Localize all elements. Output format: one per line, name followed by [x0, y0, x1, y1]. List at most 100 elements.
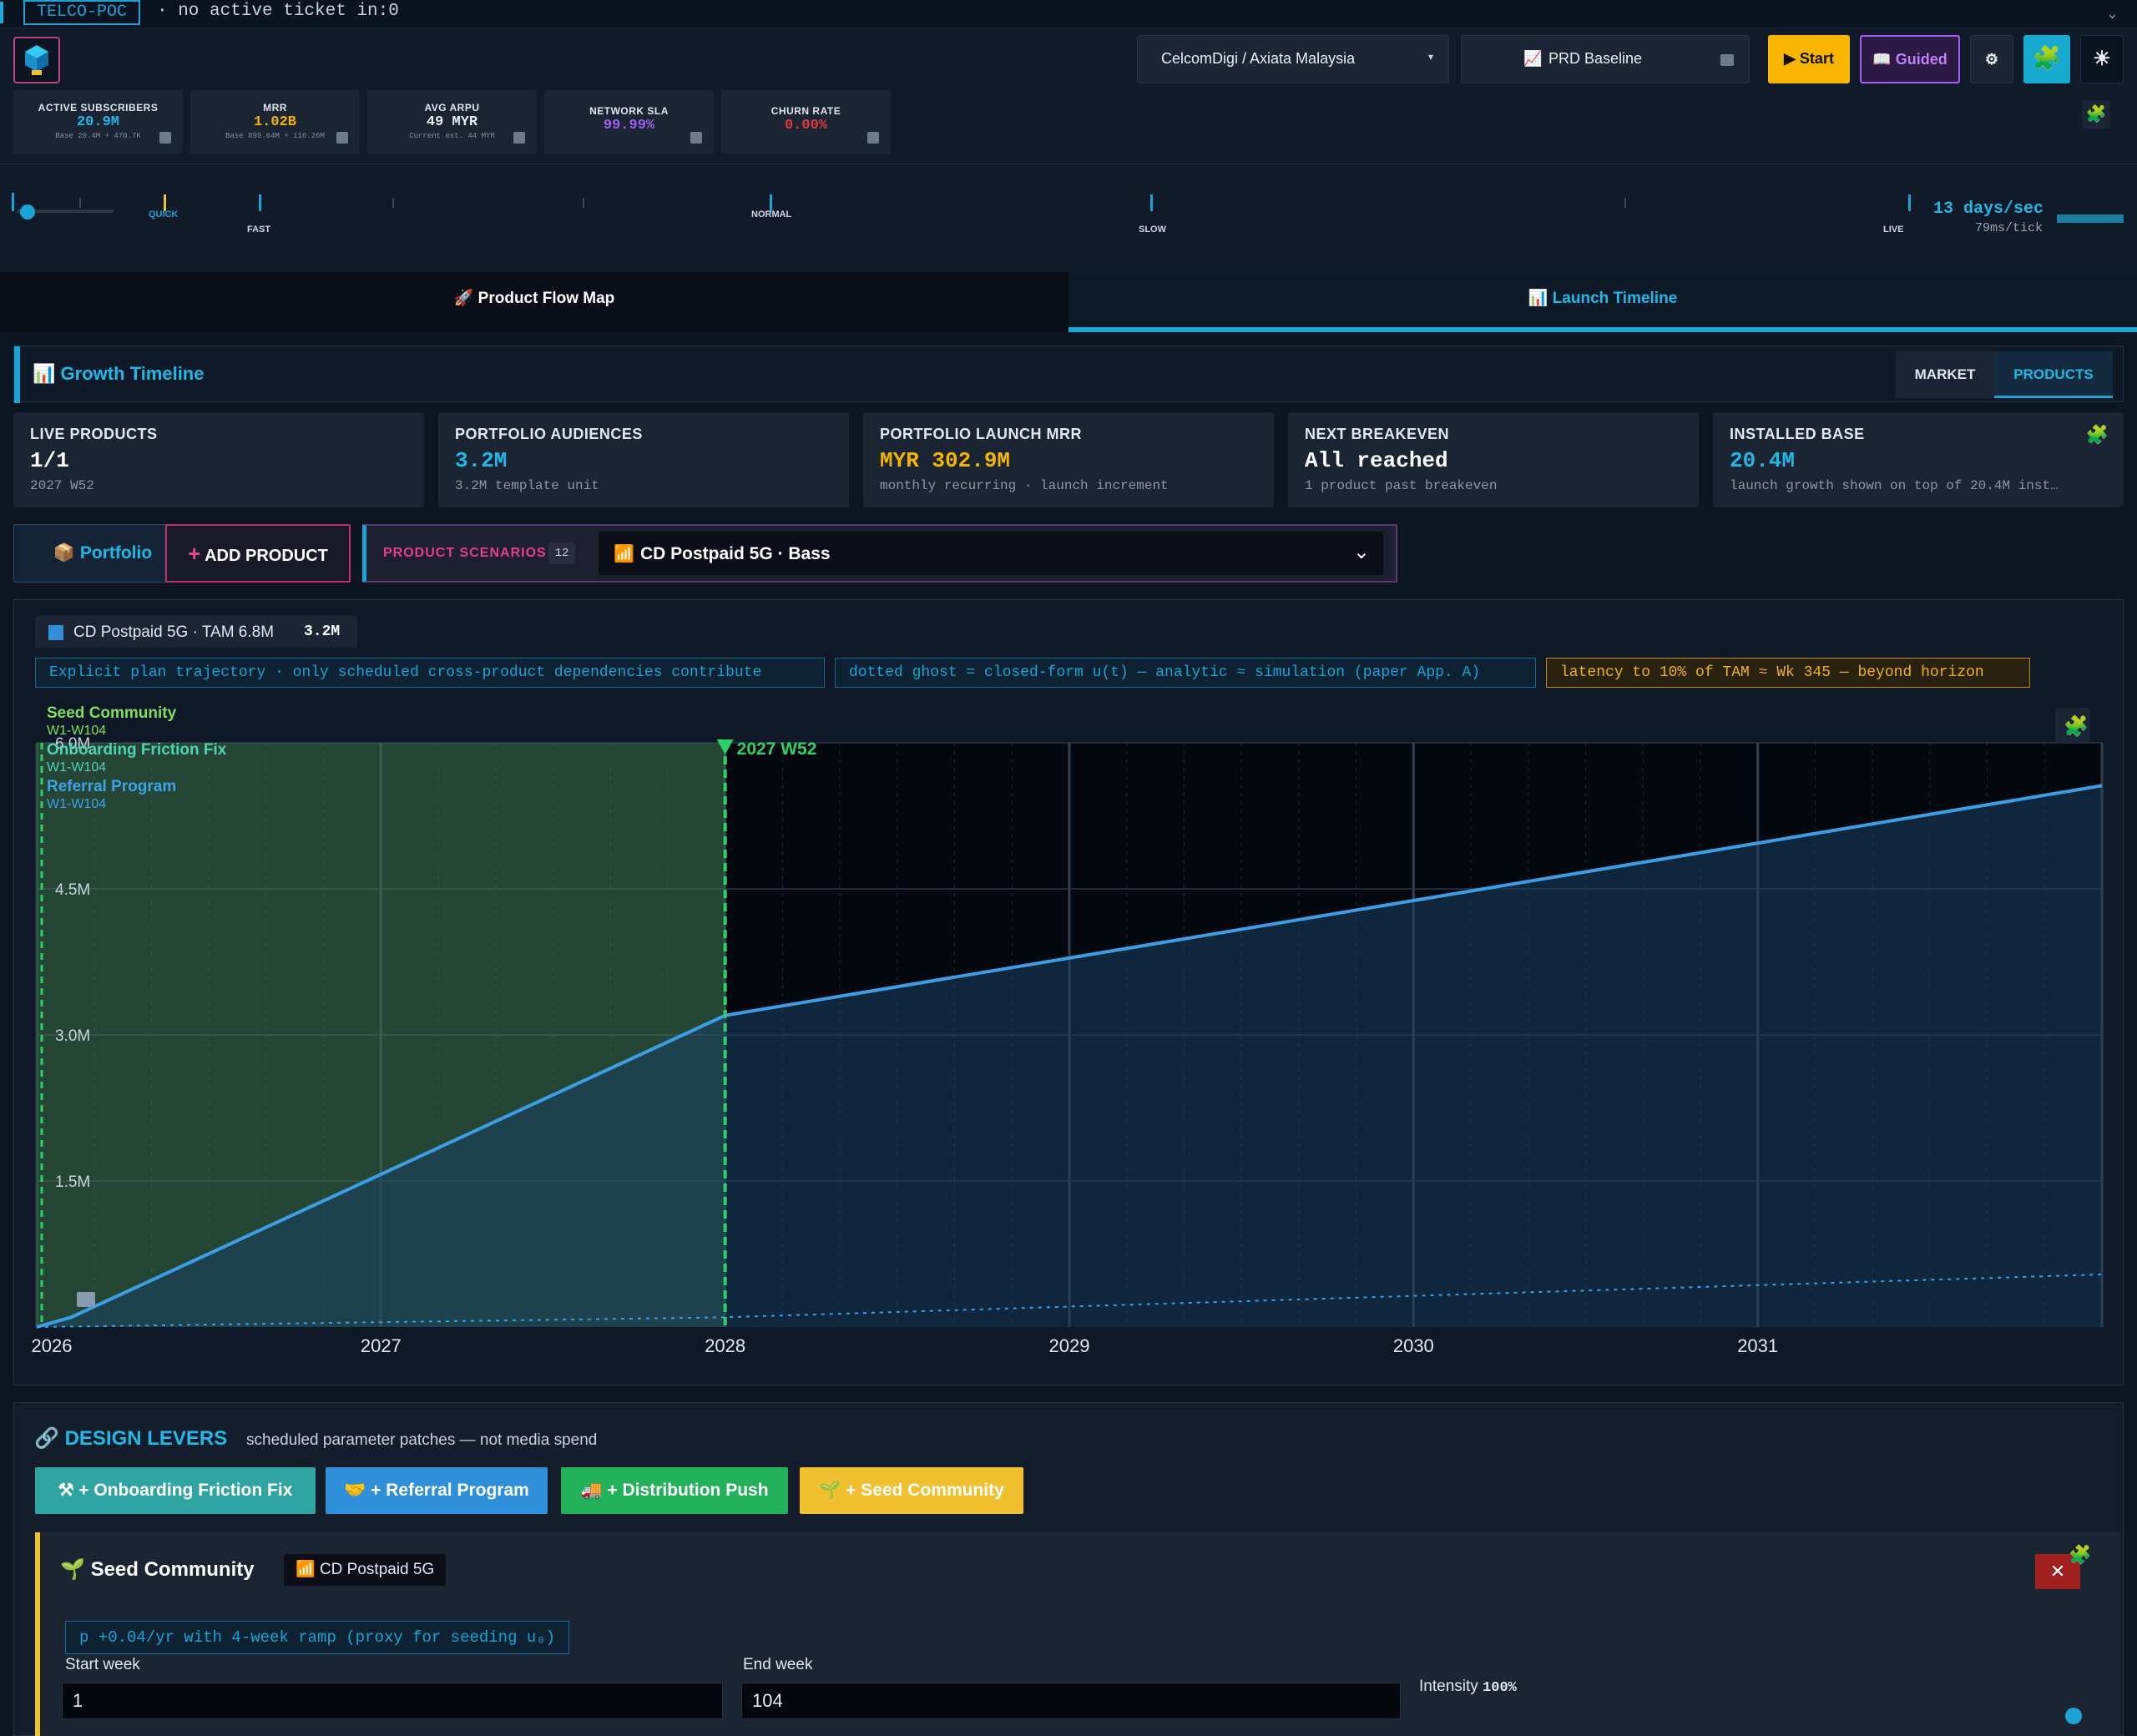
slider-tick-quick [164, 194, 166, 211]
scenarios-count: 12 [548, 542, 575, 564]
chevron-down-icon[interactable]: ⌄ [2106, 5, 2119, 23]
rocket-icon: 🚀 [453, 290, 474, 307]
tab-label: Launch Timeline [1552, 290, 1678, 307]
growth-timeline-title: 📊 Growth Timeline [33, 363, 204, 385]
chevron-down-icon: ⌄ [1352, 541, 1370, 563]
tab-product-flow-map[interactable]: 🚀 Product Flow Map [0, 272, 1068, 332]
scenarios-label: PRODUCT SCENARIOS [383, 546, 547, 560]
lock-icon[interactable] [690, 132, 702, 144]
kpi-label: ACTIVE SUBSCRIBERS [38, 102, 159, 114]
lock-icon[interactable] [1720, 54, 1734, 66]
end-week-input[interactable]: 104 [741, 1683, 1401, 1719]
caret-down-icon: ▾ [1427, 51, 1433, 63]
intervention-range: W1-W104 [47, 797, 106, 811]
stat-label: PORTFOLIO LAUNCH MRR [880, 426, 1082, 442]
slider-minor-tick [1624, 198, 1626, 208]
note-explicit-plan: Explicit plan trajectory · only schedule… [35, 658, 825, 688]
speed-label-live[interactable]: LIVE [1883, 225, 1903, 235]
lever-referral-program-button[interactable]: 🤝 + Referral Program [326, 1467, 548, 1514]
app-logo[interactable] [13, 37, 60, 83]
stat-portfolio-audiences: PORTFOLIO AUDIENCES 3.2M 3.2M template u… [438, 412, 849, 507]
seedling-icon: 🌱 [60, 1558, 85, 1581]
toggle-products[interactable]: PRODUCTS [1994, 351, 2113, 398]
plugin-button[interactable]: 🧩 [2023, 35, 2070, 83]
levers-subtitle: scheduled parameter patches — not media … [246, 1431, 598, 1449]
speed-label-fast[interactable]: FAST [247, 225, 270, 235]
kpi-sub: Current est. 44 MYR [409, 132, 495, 140]
lever-onboarding-friction-fix-button[interactable]: ⚒ + Onboarding Friction Fix [35, 1467, 316, 1514]
stat-label: PORTFOLIO AUDIENCES [455, 426, 643, 442]
stat-value: 1/1 [30, 448, 69, 473]
add-product-button[interactable]: + ADD PRODUCT [165, 524, 351, 583]
stat-label: NEXT BREAKEVEN [1305, 426, 1450, 442]
kpi-value: 1.02B [253, 114, 296, 130]
legend-label: CD Postpaid 5G · TAM 6.8M [73, 623, 275, 641]
scenario-select[interactable]: 📶 CD Postpaid 5G · Bass ⌄ [599, 532, 1383, 575]
slider-tick-normal [770, 194, 772, 211]
speed-label-slow[interactable]: SLOW [1139, 225, 1166, 235]
kpi-value: 0.00% [784, 118, 827, 134]
start-button[interactable]: ▶ Start [1768, 35, 1850, 83]
project-tag[interactable]: TELCO-POC [23, 0, 141, 25]
now-marker-label: 2027 W52 [737, 739, 817, 759]
puzzle-icon[interactable]: 🧩 [2069, 1544, 2091, 1566]
intensity-slider-thumb[interactable] [2065, 1708, 2082, 1724]
guided-label: Guided [1895, 51, 1948, 68]
intervention-name: Referral Program [47, 778, 176, 795]
kpi-value: 49 MYR [426, 114, 478, 130]
stat-value: MYR 302.9M [880, 448, 1011, 473]
baseline-select-value: PRD Baseline [1548, 50, 1643, 67]
tab-launch-timeline[interactable]: 📊 Launch Timeline [1068, 272, 2137, 332]
legend-value: 3.2M [304, 623, 341, 640]
growth-chart[interactable]: 2027 W52 1.5M3.0M4.5M6.0M 2026 2027 2028 20… [0, 693, 2137, 1385]
main-tabs: 🚀 Product Flow Map 📊 Launch Timeline [0, 272, 2137, 332]
kpi-sub: Base 899.64M + 116.26M [225, 132, 325, 140]
tab-label: Product Flow Map [477, 290, 615, 307]
slider-minor-tick [79, 198, 81, 208]
guided-button[interactable]: 📖 Guided [1860, 35, 1960, 83]
slider-tick-live [1908, 194, 1911, 211]
sun-icon: ☀ [2093, 48, 2111, 70]
start-week-label: Start week [65, 1656, 140, 1673]
gear-icon: ⚙ [1984, 51, 1999, 68]
theme-toggle-button[interactable]: ☀ [2080, 35, 2124, 83]
lock-icon[interactable] [336, 132, 348, 144]
kpi-value: 20.9M [76, 114, 119, 130]
top-bar: TELCO-POC · no active ticket in:0 ⌄ [0, 0, 2137, 28]
product-launch-icon[interactable] [77, 1292, 95, 1307]
slider-thumb[interactable] [20, 204, 35, 220]
puzzle-icon[interactable]: 🧩 [2064, 714, 2089, 738]
toggle-market[interactable]: MARKET [1896, 351, 1994, 398]
x-tick-label: 2027 [361, 1335, 402, 1356]
x-ticks: 2026 2027 2028 2029 2030 2031 [32, 1335, 1779, 1356]
baseline-select[interactable]: 📈 PRD Baseline [1461, 35, 1750, 83]
x-tick-label: 2028 [705, 1335, 745, 1356]
lever-distribution-push-button[interactable]: 🚚 + Distribution Push [561, 1467, 788, 1514]
puzzle-icon[interactable]: 🧩 [2086, 424, 2109, 446]
lever-card-product-text: CD Postpaid 5G [319, 1561, 435, 1578]
lever-card-title: 🌱 Seed Community [60, 1557, 255, 1582]
puzzle-icon: 🧩 [2032, 45, 2062, 71]
slider-min-marker [12, 193, 14, 211]
lever-seed-community-button[interactable]: 🌱 + Seed Community [800, 1467, 1023, 1514]
y-tick-label: 4.5M [55, 881, 90, 899]
operator-select[interactable]: CelcomDigi / Axiata Malaysia ▾ [1137, 35, 1449, 83]
speed-label-quick[interactable]: QUICK [149, 209, 178, 220]
note-latency: latency to 10% of TAM ≈ Wk 345 — beyond … [1546, 658, 2030, 688]
operator-select-value: CelcomDigi / Axiata Malaysia [1161, 50, 1356, 67]
puzzle-icon[interactable]: 🧩 [2082, 100, 2110, 129]
play-icon: ▶ [1784, 50, 1796, 67]
lock-icon[interactable] [867, 132, 879, 144]
view-toggle: MARKET PRODUCTS [1896, 351, 2113, 398]
top-bar-accent [0, 2, 3, 23]
settings-button[interactable]: ⚙ [1970, 35, 2013, 83]
kpi-mrr: MRR 1.02B Base 899.64M + 116.26M [190, 90, 360, 154]
cube-logo-icon [25, 45, 48, 75]
start-week-input[interactable]: 1 [62, 1683, 723, 1719]
lock-icon[interactable] [513, 132, 525, 144]
stat-live-products: LIVE PRODUCTS 1/1 2027 W52 [13, 412, 424, 507]
speed-label-normal[interactable]: NORMAL [751, 209, 791, 220]
handshake-icon: 🤝 [344, 1481, 366, 1500]
stat-label: INSTALLED BASE [1730, 426, 1865, 442]
lock-icon[interactable] [159, 132, 171, 144]
